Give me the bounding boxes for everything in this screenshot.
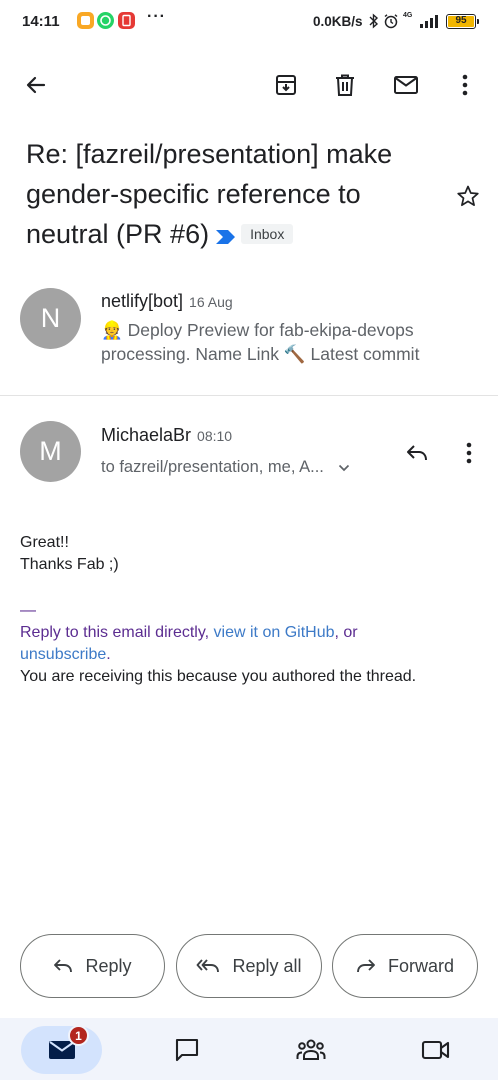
top-app-bar [0,60,498,110]
more-vert-icon [462,74,468,96]
sender-name: netlify[bot] [101,291,184,311]
signature-separator: — [20,602,36,619]
snippet-line: processing. Name Link 🔨 Latest commit [101,344,420,364]
forward-label: Forward [387,955,454,976]
notification-reason: You are receiving this because you autho… [20,668,417,685]
archive-button[interactable] [264,60,308,110]
reply-all-button[interactable]: Reply all [176,934,322,998]
bottom-navigation: 1 [0,1018,498,1080]
delete-icon [336,74,354,96]
more-notifications: ··· [147,8,166,25]
recipients-toggle[interactable]: to fazreil/presentation, me, A... [101,458,350,477]
battery-level: 95 [448,16,474,27]
bluetooth-icon [369,13,379,29]
message-header: netlify[bot] 16 Aug [101,291,233,312]
nav-meet[interactable] [408,1026,464,1074]
reply-icon-button[interactable] [398,434,436,472]
meet-icon [421,1040,450,1060]
reply-button[interactable]: Reply [20,934,165,998]
back-arrow-icon [26,76,46,94]
unsubscribe-link[interactable]: unsubscribe [20,646,106,663]
more-options-button[interactable] [443,60,487,110]
nav-mail[interactable]: 1 [21,1025,102,1074]
message-date: 16 Aug [189,294,233,310]
status-bar: 14:11 ··· 0.0KB/s 4G 95 [0,0,498,44]
archive-icon [276,75,296,95]
signal-icon [420,15,438,28]
message-time: 08:10 [197,428,233,444]
view-on-github-link[interactable]: view it on GitHub [214,624,335,641]
body-line: Great!! [20,534,69,551]
expanded-message-header: M MichaelaBr 08:10 to fazreil/presentatio… [0,396,498,506]
forward-button[interactable]: Forward [332,934,478,998]
github-footer: Reply to this email directly, view it on… [20,622,480,666]
unread-badge: 1 [68,1025,89,1046]
reply-label: Reply [85,955,132,976]
star-icon [457,185,479,207]
snippet-line: 👷 Deploy Preview for fab-ekipa-devops [101,320,414,340]
delete-button[interactable] [323,60,367,110]
period-text: . [106,646,111,663]
body-line: Thanks Fab ;) [20,556,119,573]
chevron-down-icon [338,464,349,471]
mark-unread-button[interactable] [384,60,428,110]
network-speed: 0.0KB/s [313,14,363,29]
chat-icon [175,1038,199,1062]
back-button[interactable] [14,60,58,110]
status-time: 14:11 [22,13,60,30]
avatar[interactable]: N [20,288,81,349]
recipients-text: to fazreil/presentation, me, A... [101,458,324,476]
sender-name: MichaelaBr [101,425,192,445]
network-type: 4G [403,12,413,19]
reply-all-icon [197,959,220,973]
whatsapp-icon [97,12,114,29]
notification-app-icon [77,12,94,29]
or-text: , or [334,624,358,641]
reply-icon [54,959,73,973]
message-more-button[interactable] [452,434,486,472]
system-icons: 4G [369,11,439,31]
reply-icon [407,445,427,461]
reply-instructions: Reply to this email directly, [20,624,214,641]
mark-unread-icon [394,76,418,94]
notification-app-icon-red [118,12,135,29]
message-snippet: 👷 Deploy Preview for fab-ekipa-devops pr… [101,318,481,366]
reply-all-label: Reply all [232,955,302,976]
thread-subject: Re: [fazreil/presentation] make gender-s… [26,134,436,256]
avatar[interactable]: M [20,421,81,482]
nav-spaces[interactable] [284,1026,338,1074]
subject-text: Re: [fazreil/presentation] make gender-s… [26,139,393,249]
message-actions: Reply Reply all Forward [0,934,498,998]
inbox-label-chip[interactable]: Inbox [241,223,294,244]
battery-indicator: 95 [446,14,479,29]
more-vert-icon [466,442,472,464]
collapsed-message[interactable]: N netlify[bot] 16 Aug 👷 Deploy Preview fo… [0,278,498,396]
star-button[interactable] [452,180,484,212]
message-header: MichaelaBr 08:10 [101,425,232,446]
nav-chat[interactable] [161,1026,213,1074]
spaces-icon [296,1039,326,1060]
alarm-icon [384,14,398,29]
important-marker-icon[interactable] [215,216,237,256]
forward-icon [357,959,375,973]
message-body: Great!! Thanks Fab ;) — Reply to this em… [20,532,480,688]
